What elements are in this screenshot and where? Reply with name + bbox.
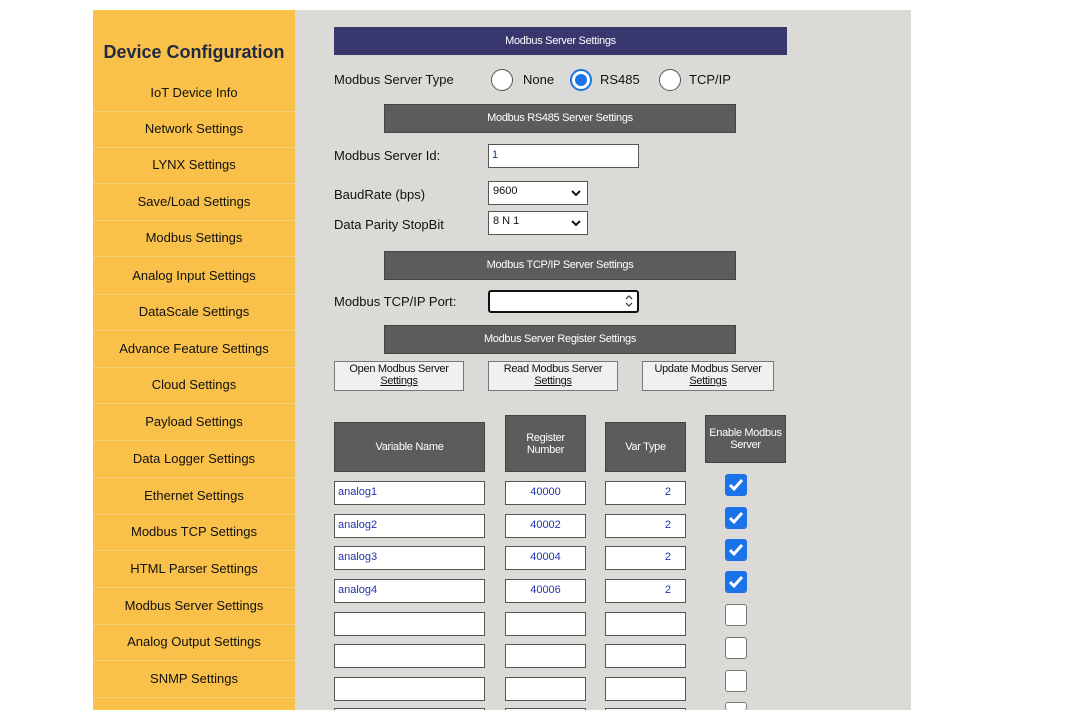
sidebar-item-analog-input-settings[interactable]: Analog Input Settings <box>93 258 295 295</box>
register-number-input[interactable] <box>505 612 586 636</box>
open-button-line1: Open Modbus Server <box>349 363 449 375</box>
update-button-line2: Settings <box>689 375 727 387</box>
var-type-input[interactable]: 2 <box>605 514 686 538</box>
radio-none-label: None <box>523 72 555 87</box>
tcpip-port-input[interactable] <box>488 290 639 313</box>
sidebar-item-cloud-settings[interactable]: Cloud Settings <box>93 367 295 404</box>
chevron-down-icon <box>571 220 581 227</box>
var-type-input[interactable] <box>605 677 686 701</box>
parity-value: 8 N 1 <box>493 215 520 227</box>
baud-rate-value: 9600 <box>493 185 518 197</box>
column-vartype-text: Var Type <box>625 441 666 453</box>
update-modbus-server-settings-button[interactable]: Update Modbus Server Settings <box>642 361 774 391</box>
checkmark-icon <box>728 544 744 557</box>
radio-rs485-label: RS485 <box>600 72 640 87</box>
var-type-input[interactable]: 2 <box>605 481 686 505</box>
column-enable-text-1: Enable Modbus <box>709 427 782 439</box>
sidebar-item-snmp-settings[interactable]: SNMP Settings <box>93 661 295 698</box>
variable-name-input[interactable]: analog2 <box>334 514 485 538</box>
enable-checkbox-partial[interactable] <box>725 702 747 710</box>
enable-checkbox[interactable] <box>725 670 747 692</box>
modbus-server-settings-header: Modbus Server Settings <box>334 27 787 55</box>
enable-checkbox[interactable] <box>725 507 747 529</box>
baud-rate-label: BaudRate (bps) <box>334 187 426 202</box>
open-modbus-server-settings-button[interactable]: Open Modbus Server Settings <box>334 361 464 391</box>
variable-name-input[interactable] <box>334 644 485 668</box>
column-register-text-2: Number <box>526 443 565 456</box>
update-button-line1: Update Modbus Server <box>654 363 762 375</box>
variable-name-input[interactable] <box>334 612 485 636</box>
variable-name-input-partial[interactable] <box>334 708 485 710</box>
enable-checkbox[interactable] <box>725 474 747 496</box>
sidebar-item-payload-settings[interactable]: Payload Settings <box>93 404 295 441</box>
column-header-var-type: Var Type <box>605 422 686 472</box>
rs485-settings-header: Modbus RS485 Server Settings <box>384 104 736 133</box>
register-number-input[interactable]: 40006 <box>505 579 586 603</box>
variable-name-input[interactable] <box>334 677 485 701</box>
radio-none[interactable] <box>491 69 513 91</box>
sidebar-item-modbus-settings[interactable]: Modbus Settings <box>93 220 295 257</box>
column-header-enable-modbus-server: Enable Modbus Server <box>705 415 786 463</box>
register-settings-header: Modbus Server Register Settings <box>384 325 736 354</box>
column-header-register-number: Register Number <box>505 415 586 472</box>
sidebar-item-modbus-tcp-settings[interactable]: Modbus TCP Settings <box>93 514 295 551</box>
tcpip-settings-header: Modbus TCP/IP Server Settings <box>384 251 736 280</box>
column-variable-text: Variable Name <box>375 441 444 453</box>
var-type-input[interactable] <box>605 644 686 668</box>
sidebar-item-modbus-server-settings[interactable]: Modbus Server Settings <box>93 588 295 625</box>
column-enable-text-2: Server <box>730 439 761 451</box>
sidebar-item-advance-feature-settings[interactable]: Advance Feature Settings <box>93 331 295 368</box>
register-number-input[interactable] <box>505 677 586 701</box>
chevron-down-icon <box>571 190 581 197</box>
open-button-line2: Settings <box>380 375 418 387</box>
spinner-arrows-icon[interactable] <box>625 294 633 308</box>
read-modbus-server-settings-button[interactable]: Read Modbus Server Settings <box>488 361 618 391</box>
sidebar-item-ethernet-settings[interactable]: Ethernet Settings <box>93 478 295 515</box>
var-type-input[interactable] <box>605 612 686 636</box>
register-number-input-partial[interactable] <box>505 708 586 710</box>
sidebar-item-network-settings[interactable]: Network Settings <box>93 111 295 148</box>
sidebar: Device Configuration IoT Device Info Net… <box>93 10 295 710</box>
variable-name-input[interactable]: analog1 <box>334 481 485 505</box>
column-register-text-1: Register <box>526 431 565 444</box>
tcpip-port-label: Modbus TCP/IP Port: <box>334 294 457 309</box>
variable-name-input[interactable]: analog3 <box>334 546 485 570</box>
sidebar-item-lynx-settings[interactable]: LYNX Settings <box>93 147 295 184</box>
checkmark-icon <box>728 576 744 589</box>
main-panel: Modbus Server Settings Modbus Server Typ… <box>295 10 911 710</box>
radio-rs485[interactable] <box>570 69 592 91</box>
sidebar-item-data-logger-settings[interactable]: Data Logger Settings <box>93 441 295 478</box>
sidebar-item-iot-device-info[interactable]: IoT Device Info <box>93 75 295 112</box>
enable-checkbox[interactable] <box>725 571 747 593</box>
server-id-input[interactable]: 1 <box>488 144 639 168</box>
register-number-input[interactable]: 40000 <box>505 481 586 505</box>
sidebar-item-datascale-settings[interactable]: DataScale Settings <box>93 294 295 331</box>
checkmark-icon <box>728 512 744 525</box>
var-type-input-partial[interactable] <box>605 708 686 710</box>
sidebar-item-html-parser-settings[interactable]: HTML Parser Settings <box>93 551 295 588</box>
register-number-input[interactable]: 40004 <box>505 546 586 570</box>
register-number-input[interactable]: 40002 <box>505 514 586 538</box>
var-type-input[interactable]: 2 <box>605 579 686 603</box>
checkmark-icon <box>728 479 744 492</box>
enable-checkbox[interactable] <box>725 539 747 561</box>
sidebar-item-analog-output-settings[interactable]: Analog Output Settings <box>93 624 295 661</box>
read-button-line1: Read Modbus Server <box>503 363 603 375</box>
enable-checkbox[interactable] <box>725 637 747 659</box>
radio-tcpip-label: TCP/IP <box>689 72 731 87</box>
radio-tcpip[interactable] <box>659 69 681 91</box>
parity-label: Data Parity StopBit <box>334 217 444 232</box>
server-type-label: Modbus Server Type <box>334 72 454 87</box>
sidebar-title: Device Configuration <box>103 42 285 62</box>
sidebar-item-save-load-settings[interactable]: Save/Load Settings <box>93 184 295 221</box>
server-id-label: Modbus Server Id: <box>334 148 441 163</box>
enable-checkbox[interactable] <box>725 604 747 626</box>
var-type-input[interactable]: 2 <box>605 546 686 570</box>
read-button-line2: Settings <box>534 375 572 387</box>
column-header-variable-name: Variable Name <box>334 422 485 472</box>
baud-rate-select[interactable]: 9600 <box>488 181 588 205</box>
register-number-input[interactable] <box>505 644 586 668</box>
parity-select[interactable]: 8 N 1 <box>488 211 588 235</box>
variable-name-input[interactable]: analog4 <box>334 579 485 603</box>
